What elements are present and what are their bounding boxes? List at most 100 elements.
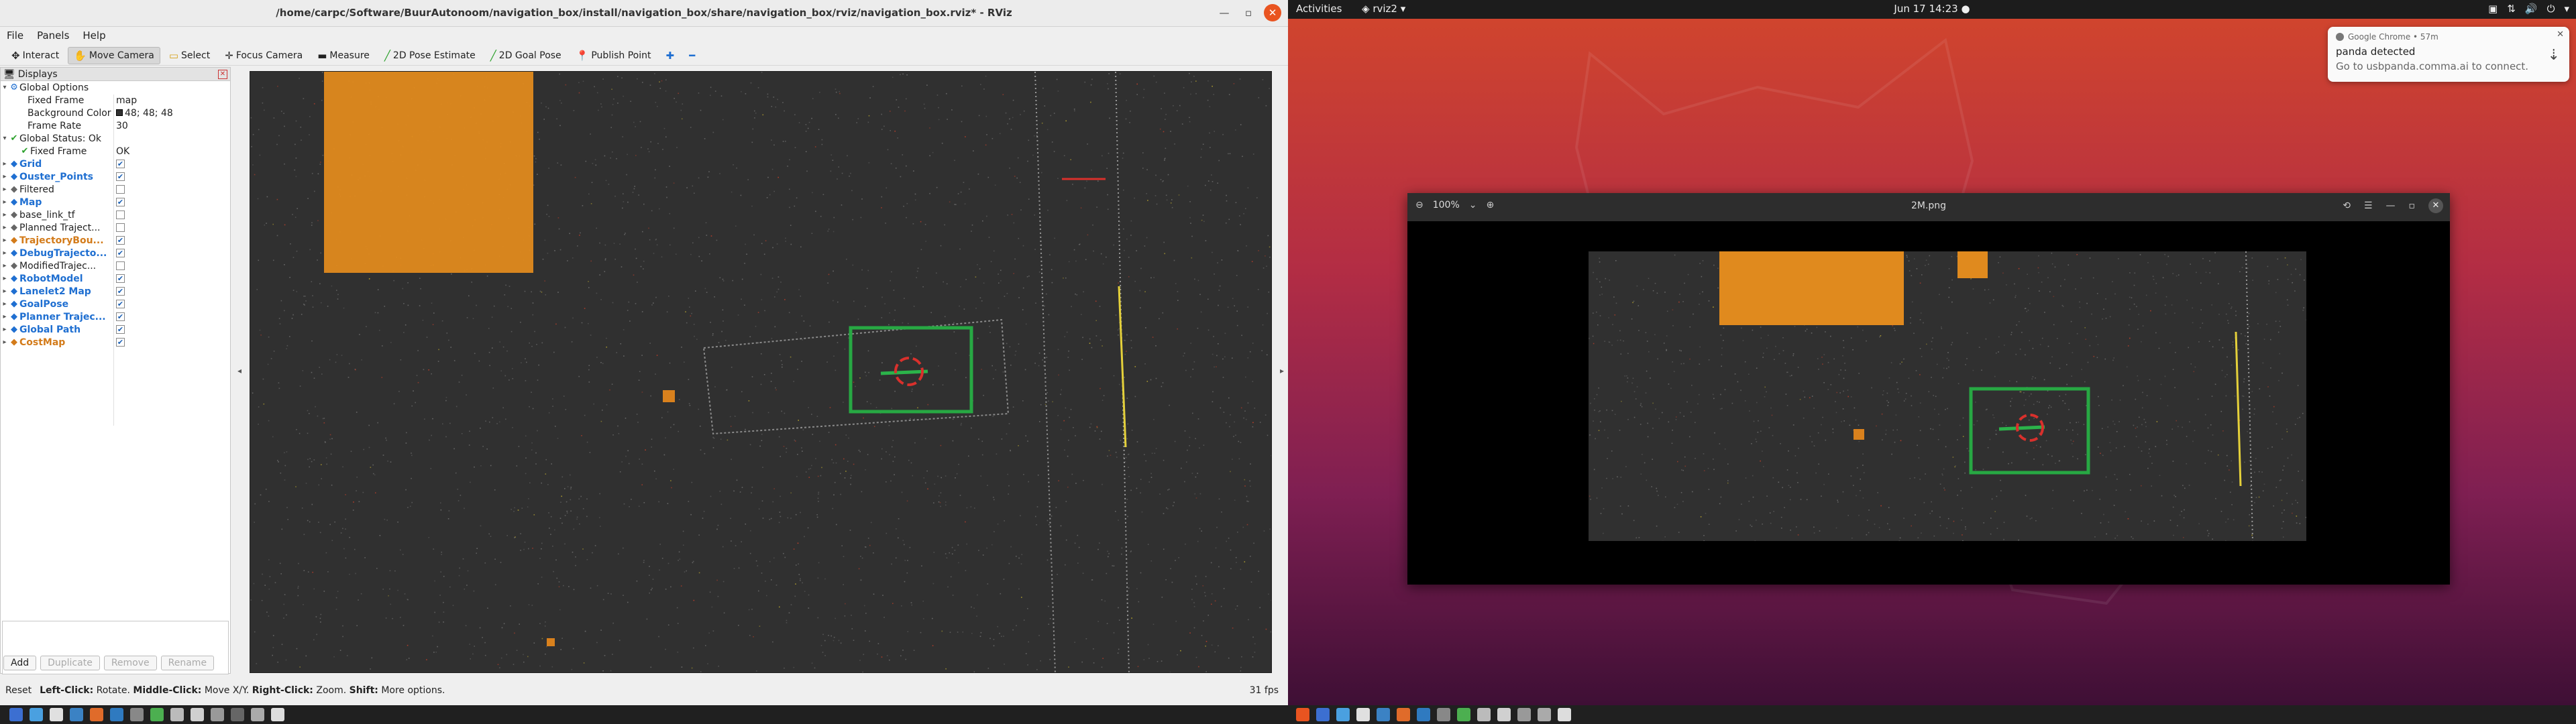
image-canvas[interactable] (1407, 221, 2450, 585)
minimize-icon[interactable]: — (1216, 4, 1233, 21)
add-tool-button[interactable]: ✚ (659, 47, 680, 64)
display-enable-checkbox[interactable]: ✔ (116, 198, 125, 206)
taskbar-app-icon[interactable] (1497, 708, 1511, 721)
taskbar-app-icon[interactable] (1316, 708, 1330, 721)
display-enable-checkbox[interactable]: ✔ (116, 274, 125, 283)
tree-row-display[interactable]: ▸ ◆ DebugTrajecto... ✔ (1, 247, 230, 259)
taskbar-app-icon[interactable] (1336, 708, 1350, 721)
maximize-icon[interactable]: ▫ (1240, 4, 1257, 21)
tree-row-global-status[interactable]: ▾ ✔ Global Status: Ok (1, 132, 230, 145)
rviz-titlebar[interactable]: /home/carpc/Software/BuurAutonoom/naviga… (0, 0, 1288, 27)
tree-row-background-color[interactable]: Background Color 48; 48; 48 (1, 107, 230, 119)
tree-row-display[interactable]: ▸ ◆ Ouster_Points ✔ (1, 170, 230, 183)
taskbar-app-icon[interactable] (211, 708, 224, 721)
tree-row-display[interactable]: ▸ ◆ Lanelet2 Map ✔ (1, 285, 230, 298)
image-viewer-headerbar[interactable]: ⊖ 100% ⌄ ⊕ 2M.png ⟲ ☰ — ▫ ✕ (1407, 193, 2450, 221)
chevron-right-icon[interactable]: ▸ (1, 275, 9, 282)
chevron-right-icon[interactable]: ▸ (1, 313, 9, 320)
taskbar-app-icon[interactable] (70, 708, 83, 721)
chevron-right-icon[interactable]: ▸ (1, 288, 9, 295)
taskbar-app-icon[interactable] (170, 708, 184, 721)
tree-row-display[interactable]: ▸ ◆ RobotModel ✔ (1, 272, 230, 285)
close-icon[interactable]: ✕ (2428, 198, 2443, 213)
minimize-icon[interactable]: — (2386, 200, 2396, 211)
taskbar-app-icon[interactable] (251, 708, 264, 721)
tool-focus-camera[interactable]: ✛ Focus Camera (219, 47, 309, 64)
display-enable-checkbox[interactable] (116, 223, 125, 232)
tool-measure[interactable]: ▬ Measure (311, 47, 376, 64)
taskbar-app-icon[interactable] (1538, 708, 1551, 721)
tool-select[interactable]: ▭ Select (163, 47, 216, 64)
display-enable-checkbox[interactable]: ✔ (116, 325, 125, 334)
tree-row-status-fixed-frame[interactable]: ✔ Fixed Frame OK (1, 145, 230, 158)
taskbar-app-icon[interactable] (9, 708, 23, 721)
tree-row-display[interactable]: ▸ ◆ CostMap ✔ (1, 336, 230, 349)
add-button[interactable]: Add (3, 656, 37, 670)
remove-button[interactable]: Remove (103, 656, 157, 670)
tool-2d-goal-pose[interactable]: ╱ 2D Goal Pose (484, 47, 568, 64)
render-viewport[interactable] (250, 71, 1272, 673)
rename-button[interactable]: Rename (160, 656, 215, 670)
taskbar-app-icon[interactable] (50, 708, 63, 721)
display-enable-checkbox[interactable]: ✔ (116, 236, 125, 245)
tree-row-display[interactable]: ▸ ◆ Filtered (1, 183, 230, 196)
taskbar-app-icon[interactable] (271, 708, 284, 721)
tree-row-display[interactable]: ▸ ◆ Planner Trajec... ✔ (1, 310, 230, 323)
clock[interactable]: Jun 17 14:23 ● (1288, 3, 2576, 15)
tree-row-display[interactable]: ▸ ◆ GoalPose ✔ (1, 298, 230, 310)
taskbar-app-icon[interactable] (110, 708, 123, 721)
display-enable-checkbox[interactable]: ✔ (116, 160, 125, 168)
tool-publish-point[interactable]: 📍 Publish Point (570, 47, 657, 64)
tool-interact[interactable]: ✥ Interact (5, 47, 65, 64)
taskbar-app-icon[interactable] (1296, 708, 1309, 721)
tree-row-global-options[interactable]: ▾ ⚙ Global Options (1, 81, 230, 94)
tree-row-display[interactable]: ▸ ◆ Grid ✔ (1, 158, 230, 170)
chevron-right-icon[interactable]: ▸ (1, 300, 9, 308)
menu-help[interactable]: Help (76, 27, 112, 46)
tree-row-frame-rate[interactable]: Frame Rate 30 (1, 119, 230, 132)
panel-close-icon[interactable]: ✕ (218, 69, 227, 79)
taskbar-app-icon[interactable] (1397, 708, 1410, 721)
display-enable-checkbox[interactable]: ✔ (116, 287, 125, 296)
display-enable-checkbox[interactable] (116, 185, 125, 194)
rotate-icon[interactable]: ⟲ (2343, 200, 2351, 211)
display-enable-checkbox[interactable]: ✔ (116, 172, 125, 181)
tree-row-display[interactable]: ▸ ◆ base_link_tf (1, 208, 230, 221)
duplicate-button[interactable]: Duplicate (40, 656, 100, 670)
left-splitter-handle[interactable]: ◂ (236, 67, 243, 674)
menu-icon[interactable]: ☰ (2364, 200, 2373, 211)
display-enable-checkbox[interactable]: ✔ (116, 249, 125, 257)
taskbar-app-icon[interactable] (130, 708, 144, 721)
chevron-right-icon[interactable]: ▸ (1, 160, 9, 168)
display-enable-checkbox[interactable]: ✔ (116, 338, 125, 347)
taskbar-app-icon[interactable] (150, 708, 164, 721)
taskbar-app-icon[interactable] (191, 708, 204, 721)
tree-row-display[interactable]: ▸ ◆ TrajectoryBou... ✔ (1, 234, 230, 247)
taskbar-app-icon[interactable] (1377, 708, 1390, 721)
tree-row-fixed-frame[interactable]: Fixed Frame map (1, 94, 230, 107)
menu-file[interactable]: File (0, 27, 30, 46)
taskbar-app-icon[interactable] (90, 708, 103, 721)
taskbar-app-icon[interactable] (1517, 708, 1531, 721)
chevron-right-icon[interactable]: ▸ (1, 173, 9, 180)
tree-row-display[interactable]: ▸ ◆ Global Path ✔ (1, 323, 230, 336)
taskbar-app-icon[interactable] (30, 708, 43, 721)
taskbar-app-icon[interactable] (1437, 708, 1450, 721)
menu-panels[interactable]: Panels (30, 27, 76, 46)
chevron-right-icon[interactable]: ▸ (1, 262, 9, 269)
chevron-right-icon[interactable]: ▸ (1, 224, 9, 231)
chevron-right-icon[interactable]: ▸ (1, 339, 9, 346)
chevron-right-icon[interactable]: ▸ (1, 211, 9, 219)
close-icon[interactable]: ✕ (2557, 29, 2564, 40)
right-splitter-handle[interactable]: ▸ (1278, 67, 1286, 674)
tool-move-camera[interactable]: ✋ Move Camera (68, 46, 160, 64)
display-enable-checkbox[interactable] (116, 261, 125, 270)
taskbar-app-icon[interactable] (1558, 708, 1571, 721)
tree-row-display[interactable]: ▸ ◆ Map ✔ (1, 196, 230, 208)
taskbar-app-icon[interactable] (1457, 708, 1470, 721)
chevron-right-icon[interactable]: ▸ (1, 326, 9, 333)
display-enable-checkbox[interactable]: ✔ (116, 312, 125, 321)
chevron-right-icon[interactable]: ▸ (1, 186, 9, 193)
chevron-right-icon[interactable]: ▸ (1, 237, 9, 244)
chevron-right-icon[interactable]: ▸ (1, 249, 9, 257)
